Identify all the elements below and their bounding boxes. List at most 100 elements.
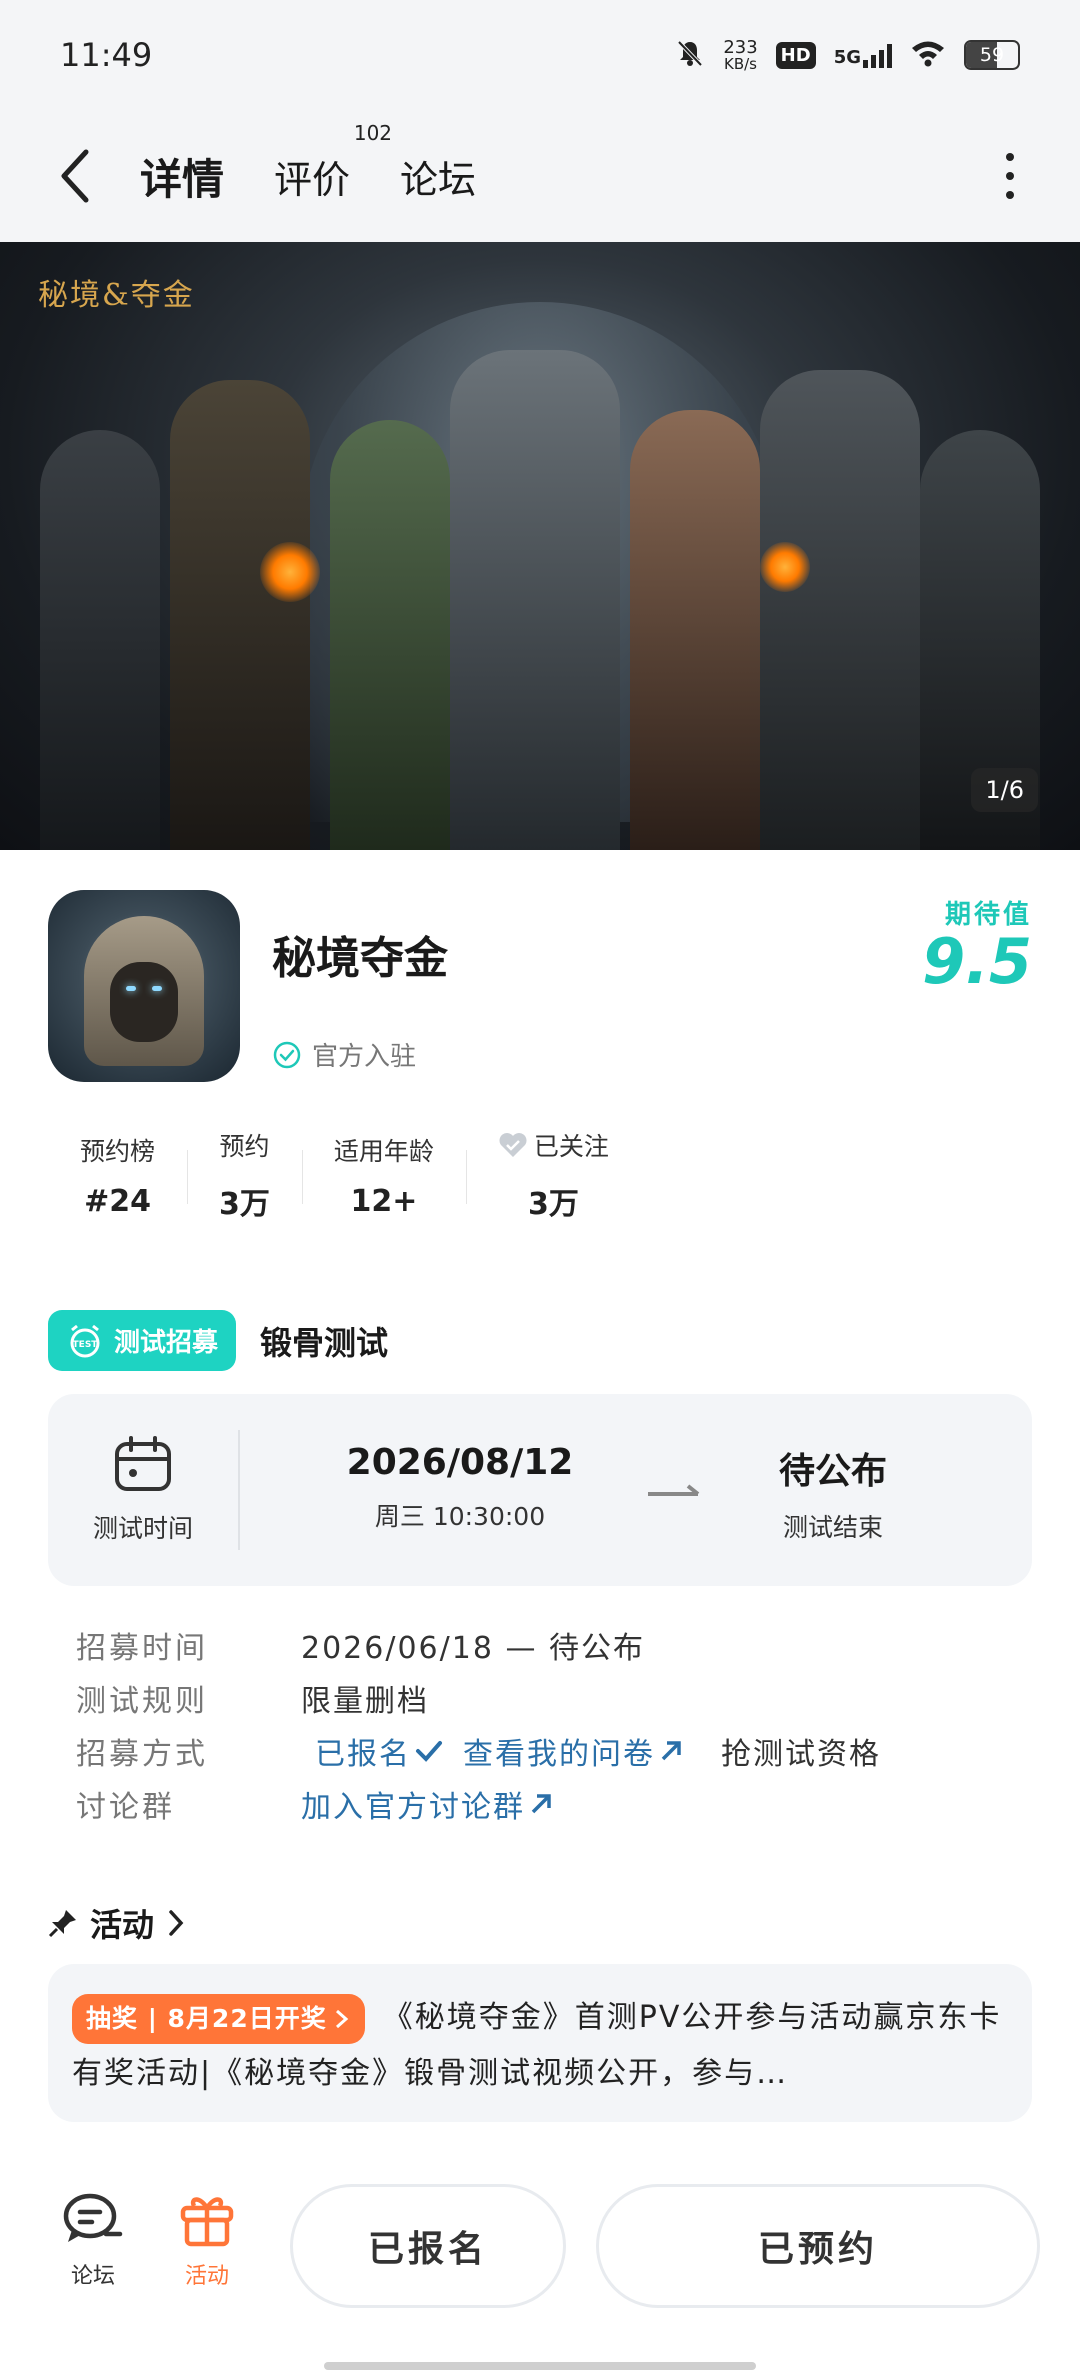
chevron-right-icon xyxy=(169,1910,184,1936)
battery-icon: 59 xyxy=(964,40,1020,70)
tab-details[interactable]: 详情 xyxy=(134,140,231,213)
tab-reviews[interactable]: 评价 102 xyxy=(268,121,392,210)
stats-row: 预约榜 #24 预约 3万 适用年龄 12+ 已关注 3万 xyxy=(48,1120,788,1230)
arrow-right-icon xyxy=(646,1482,702,1502)
bottom-forum-button[interactable]: 论坛 xyxy=(48,2190,138,2290)
activity-card[interactable]: 抽奖 | 8月22日开奖 《秘境夺金》首测PV公开参与活动赢京东卡 有奖活动|《… xyxy=(48,1964,1032,2122)
bottom-forum-label: 论坛 xyxy=(70,2264,115,2289)
more-options-button[interactable] xyxy=(990,146,1030,206)
stat-label: 已关注 xyxy=(533,1132,609,1161)
tab-reviews-label: 评价 xyxy=(274,157,351,202)
pin-icon xyxy=(48,1910,76,1938)
stat-value: 12+ xyxy=(350,1183,418,1219)
test-name: 锻骨测试 xyxy=(260,1323,389,1362)
banner-carousel[interactable]: 秘境&夺金 1/6 xyxy=(0,242,1080,850)
divider xyxy=(238,1430,240,1550)
view-survey-label: 查看我的问卷 xyxy=(463,1736,655,1772)
test-recruit-badge: TEST 测试招募 xyxy=(48,1310,237,1371)
banner-figure xyxy=(760,370,920,850)
info-key: 测试规则 xyxy=(76,1683,208,1719)
info-key: 招募方式 xyxy=(76,1736,208,1772)
test-start: 2026/08/12 周三 10:30:00 xyxy=(310,1442,610,1533)
bottom-activity-label: 活动 xyxy=(184,2264,229,2289)
signed-up-link[interactable]: 已报名 xyxy=(315,1729,443,1773)
banner-figure xyxy=(170,380,310,850)
info-key: 招募时间 xyxy=(76,1630,208,1666)
official-verified: 官方入驻 xyxy=(272,1036,416,1073)
stat-age-rating[interactable]: 适用年龄 12+ xyxy=(301,1120,466,1230)
wifi-icon xyxy=(910,39,946,72)
test-alarm-icon: TEST xyxy=(70,1324,100,1357)
test-start-date: 2026/08/12 xyxy=(346,1442,574,1483)
review-count-badge: 102 xyxy=(353,120,393,145)
stat-followed[interactable]: 已关注 3万 xyxy=(465,1120,641,1230)
info-row-method: 招募方式 已报名 查看我的问卷 抢测试资格 xyxy=(76,1724,1036,1777)
stat-label: 适用年龄 xyxy=(333,1136,434,1166)
net-speed-value: 233 xyxy=(723,36,758,58)
stat-value: 3万 xyxy=(527,1187,579,1222)
network-type: 5G xyxy=(833,47,861,68)
banner-figure xyxy=(330,420,450,850)
home-indicator[interactable] xyxy=(324,2362,756,2370)
bottom-activity-button[interactable]: 活动 xyxy=(162,2190,252,2290)
test-schedule-card: 测试时间 2026/08/12 周三 10:30:00 待公布 测试结束 xyxy=(48,1394,1032,1586)
info-row-recruit-time: 招募时间 2026/06/18 — 待公布 xyxy=(76,1618,1036,1671)
banner-flame xyxy=(260,542,320,602)
expectation-score: 期待值 9.5 xyxy=(922,894,1032,993)
info-key: 讨论群 xyxy=(76,1789,175,1825)
signal-icon xyxy=(863,42,892,68)
stat-label-followed: 已关注 xyxy=(498,1127,609,1163)
grab-qualification-text[interactable]: 抢测试资格 xyxy=(721,1729,881,1773)
tab-bar: 详情 评价 102 论坛 xyxy=(134,121,482,213)
info-value: 已报名 查看我的问卷 抢测试资格 xyxy=(301,1729,881,1773)
checkmark-icon xyxy=(416,1740,442,1762)
signed-up-button[interactable]: 已报名 xyxy=(290,2184,566,2308)
join-group-link[interactable]: 加入官方讨论群 xyxy=(301,1782,553,1826)
net-speed: 233 KB/s xyxy=(723,36,758,72)
test-badge-label: 测试招募 xyxy=(114,1328,219,1358)
check-circle-icon xyxy=(273,1041,301,1068)
banner-flame xyxy=(760,542,810,592)
test-info-list: 招募时间 2026/06/18 — 待公布 测试规则 限量删档 招募方式 已报名… xyxy=(76,1618,1036,1830)
lottery-badge[interactable]: 抽奖 | 8月22日开奖 xyxy=(72,1993,365,2044)
banner-page-indicator: 1/6 xyxy=(971,768,1038,812)
gift-icon xyxy=(180,2197,234,2247)
test-end-status: 待公布 xyxy=(778,1450,887,1492)
banner-figure xyxy=(450,350,620,850)
stat-label: 预约 xyxy=(219,1132,270,1161)
verified-label: 官方入驻 xyxy=(312,1042,417,1072)
banner-game-logo: 秘境&夺金 xyxy=(38,278,195,313)
nav-bar: 详情 评价 102 论坛 xyxy=(0,110,1080,242)
game-app-icon xyxy=(48,890,240,1082)
test-time-label: 测试时间 xyxy=(92,1514,193,1543)
test-time-block: 测试时间 xyxy=(48,1394,238,1586)
status-time: 11:49 xyxy=(60,36,153,74)
stat-value: 3万 xyxy=(219,1187,270,1222)
forum-chat-icon xyxy=(63,2193,123,2242)
tab-forum[interactable]: 论坛 xyxy=(394,143,482,210)
activity-section-header[interactable]: 活动 xyxy=(48,1900,186,1946)
banner-figure xyxy=(630,410,760,850)
stat-value: #24 xyxy=(84,1183,151,1219)
external-arrow-icon xyxy=(531,1793,551,1813)
svg-text:TEST: TEST xyxy=(73,1340,99,1350)
lottery-badge-label: 抽奖 | 8月22日开奖 xyxy=(86,2003,327,2033)
mute-bell-icon xyxy=(675,38,705,73)
signal-5g: 5G xyxy=(834,42,892,68)
reserved-button[interactable]: 已预约 xyxy=(596,2184,1040,2308)
test-end: 待公布 测试结束 xyxy=(728,1442,938,1544)
expect-score-value: 9.5 xyxy=(922,925,1032,998)
info-value: 加入官方讨论群 xyxy=(301,1782,553,1826)
external-arrow-icon xyxy=(661,1740,681,1760)
view-survey-link[interactable]: 查看我的问卷 xyxy=(463,1729,683,1773)
stat-label: 预约榜 xyxy=(80,1136,156,1166)
back-button[interactable] xyxy=(50,141,100,211)
info-row-group: 讨论群 加入官方讨论群 xyxy=(76,1777,1036,1830)
stat-reserve-rank[interactable]: 预约榜 #24 xyxy=(48,1120,187,1230)
info-value: 2026/06/18 — 待公布 xyxy=(301,1630,645,1666)
hd-badge: HD xyxy=(775,41,816,69)
test-end-label: 测试结束 xyxy=(782,1513,883,1542)
test-recruit-row: TEST 测试招募 锻骨测试 xyxy=(48,1310,388,1371)
status-icons: 233 KB/s HD 5G 59 xyxy=(675,38,1020,73)
stat-reservations[interactable]: 预约 3万 xyxy=(187,1120,302,1230)
